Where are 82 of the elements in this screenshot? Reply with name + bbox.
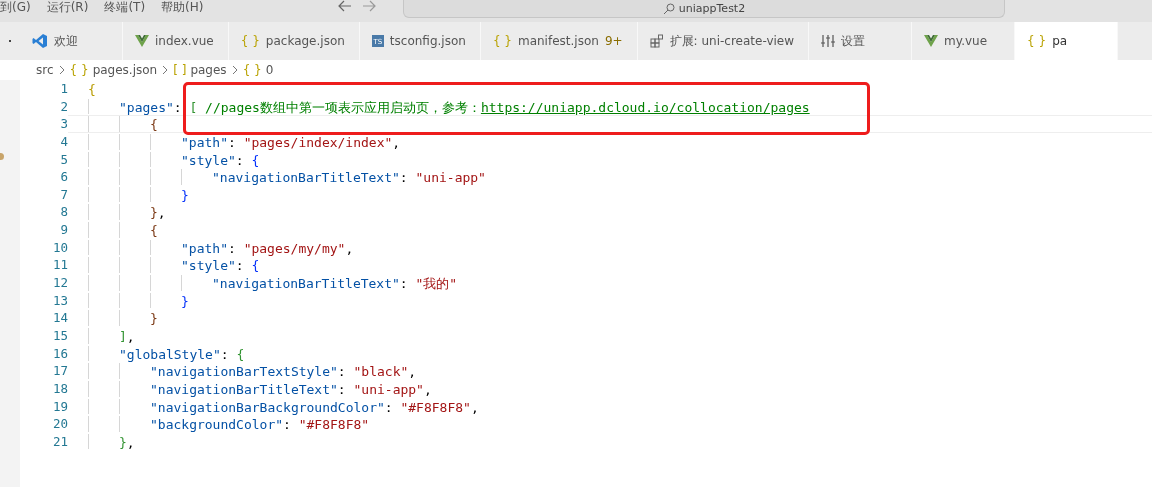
menu-item[interactable]: 终端(T) bbox=[96, 0, 154, 14]
tab-label: manifest.json bbox=[517, 34, 599, 48]
line-number: 16 bbox=[51, 344, 68, 363]
line-number: 21 bbox=[51, 432, 68, 451]
bracket: [ bbox=[189, 98, 198, 115]
search-field[interactable]: uniappTest2 bbox=[403, 0, 1005, 18]
code-line: }, bbox=[150, 204, 166, 221]
line-number: 20 bbox=[51, 415, 68, 433]
code-editor-logo-icon bbox=[32, 33, 48, 49]
json-key: "pages" bbox=[119, 98, 174, 115]
chevron-icon bbox=[231, 65, 238, 75]
sliders-icon bbox=[821, 35, 836, 47]
code-line: "style": { bbox=[181, 151, 260, 168]
code-line: "navigationBarTitleText": "我的" bbox=[212, 275, 458, 291]
braces-icon: { } bbox=[240, 34, 260, 48]
code-line: ], bbox=[119, 327, 135, 344]
line-number: 17 bbox=[51, 362, 68, 380]
menu-item[interactable]: 到(G) bbox=[0, 0, 39, 14]
line-number: 1 bbox=[59, 80, 68, 98]
braces-icon: { } bbox=[69, 63, 89, 77]
breadcrumb-item[interactable]: 0 bbox=[265, 63, 274, 77]
line-number: 12 bbox=[51, 274, 68, 292]
line-number: 11 bbox=[51, 256, 68, 275]
comment-link[interactable]: https://uniapp.dcloud.io/collocation/pages bbox=[480, 98, 810, 115]
tab-label: tsconfig.json bbox=[389, 34, 466, 48]
line-number: 18 bbox=[51, 379, 68, 398]
code-line: }, bbox=[119, 433, 135, 450]
breadcrumb-item[interactable]: pages.json bbox=[92, 63, 158, 77]
vue-icon bbox=[135, 35, 149, 47]
chevron-icon bbox=[162, 65, 169, 75]
tab-label: index.vue bbox=[155, 34, 214, 48]
code-line: } bbox=[181, 186, 189, 203]
tab-label: 欢迎 bbox=[54, 32, 78, 50]
code-line: { bbox=[150, 116, 158, 132]
code-line: "navigationBarTitleText": "uni-app" bbox=[212, 169, 486, 185]
line-number: 2 bbox=[59, 97, 68, 116]
back-arrow-icon[interactable] bbox=[338, 0, 352, 12]
tab-label: 扩展: uni-create-view bbox=[669, 32, 795, 50]
line-number: 9 bbox=[59, 221, 68, 239]
editor-tab[interactable]: { } pa bbox=[1015, 22, 1119, 60]
code-line: "navigationBarBackgroundColor": "#F8F8F8", bbox=[150, 398, 479, 415]
braces-icon: { } bbox=[1027, 34, 1047, 48]
punctuation: : bbox=[173, 98, 183, 115]
line-number: 10 bbox=[51, 238, 68, 257]
search-icon bbox=[662, 2, 675, 15]
line-number: 14 bbox=[51, 309, 68, 327]
code-line: "navigationBarTextStyle": "black", bbox=[150, 363, 417, 379]
braces-icon: { } bbox=[242, 63, 262, 77]
vue-icon bbox=[924, 35, 939, 47]
code-line: { bbox=[150, 222, 158, 238]
extensions-icon bbox=[649, 34, 664, 48]
tab-label: 设置 bbox=[841, 32, 866, 50]
code-line: "globalStyle": { bbox=[119, 345, 245, 362]
line-number: 19 bbox=[51, 397, 68, 416]
tab-label: my.vue bbox=[944, 34, 988, 48]
breadcrumb-item[interactable]: pages bbox=[190, 63, 227, 77]
tab-label: pa bbox=[1052, 34, 1068, 48]
chevron-icon bbox=[58, 65, 65, 75]
code-line: } bbox=[181, 292, 189, 309]
code-line: } bbox=[150, 310, 158, 326]
menu-item[interactable]: 运行(R) bbox=[38, 0, 97, 14]
line-number: 6 bbox=[59, 168, 68, 186]
line-number: 5 bbox=[59, 150, 68, 169]
code-line: { bbox=[88, 81, 96, 97]
line-number: 15 bbox=[51, 326, 68, 345]
braces-icon: { } bbox=[492, 34, 512, 48]
line-number: 13 bbox=[51, 291, 68, 310]
code-line: "path": "pages/my/my", bbox=[181, 239, 354, 256]
code-line: "style": { bbox=[181, 257, 260, 274]
menu-item[interactable]: 帮助(H) bbox=[153, 0, 212, 14]
code-line: "navigationBarTitleText": "uni-app", bbox=[150, 380, 432, 397]
braces-icon: [ ] bbox=[173, 63, 187, 77]
code-comment: //pages数组中第一项表示应用启动页，参考： bbox=[204, 98, 481, 115]
line-number: 7 bbox=[59, 185, 68, 204]
code-line: "path": "pages/index/index", bbox=[181, 133, 401, 150]
line-number: 8 bbox=[59, 203, 68, 222]
line-number: 4 bbox=[59, 132, 68, 151]
line-number: 3 bbox=[59, 115, 68, 133]
code-line: "backgroundColor": "#F8F8F8" bbox=[150, 416, 370, 432]
problem-count: 9+ bbox=[604, 34, 623, 48]
tab-label: package.json bbox=[265, 34, 345, 48]
breadcrumb-item[interactable]: src bbox=[36, 63, 54, 77]
